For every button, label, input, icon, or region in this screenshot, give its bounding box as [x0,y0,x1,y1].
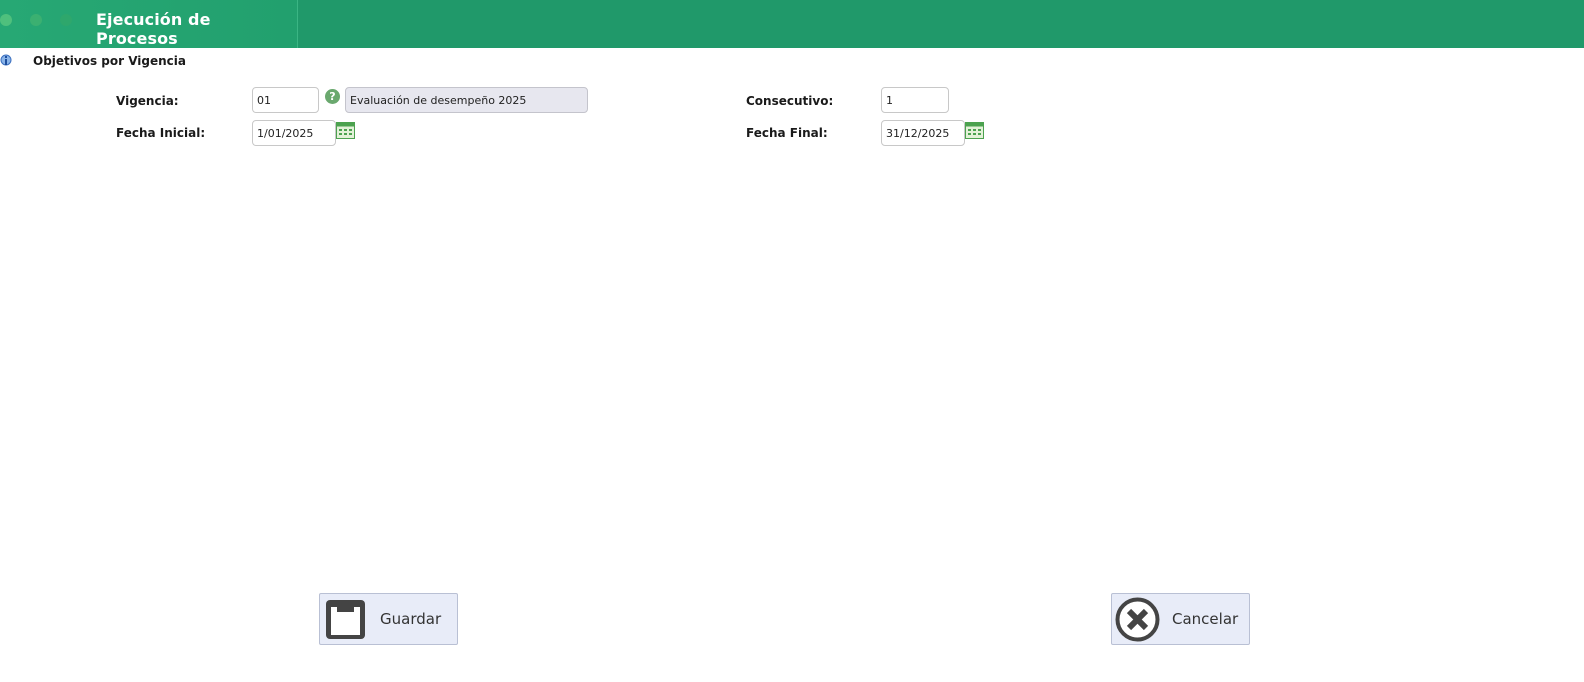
vigencia-label: Vigencia: [116,94,179,108]
calendar-icon[interactable] [336,122,355,139]
info-icon [0,53,12,67]
help-icon[interactable]: ? [325,89,340,104]
window-dot-icon[interactable] [30,14,42,26]
fecha-inicial-label: Fecha Inicial: [116,126,206,140]
close-circle-icon [1115,597,1160,642]
vigencia-code-input[interactable]: 01 [252,87,319,113]
consecutivo-label: Consecutivo: [746,94,834,108]
save-button-label: Guardar [380,610,442,628]
window-dot-icon[interactable] [60,14,72,26]
fecha-final-input[interactable]: 31/12/2025 [881,120,965,146]
cancel-button[interactable]: Cancelar [1111,593,1250,645]
title-bar: Ejecución de Procesos [0,0,1584,48]
window-dot-icon[interactable] [0,14,12,26]
window-title: Ejecución de Procesos [96,10,211,48]
floppy-disk-icon [323,597,368,642]
save-button[interactable]: Guardar [319,593,458,645]
consecutivo-input[interactable]: 1 [881,87,949,113]
fecha-inicial-input[interactable]: 1/01/2025 [252,120,336,146]
fecha-final-label: Fecha Final: [746,126,828,140]
cancel-button-label: Cancelar [1172,610,1239,628]
active-tab[interactable]: Ejecución de Procesos [0,0,298,48]
calendar-icon[interactable] [965,122,984,139]
vigencia-description-field: Evaluación de desempeño 2025 [345,87,588,113]
section-title: Objetivos por Vigencia [33,54,186,68]
